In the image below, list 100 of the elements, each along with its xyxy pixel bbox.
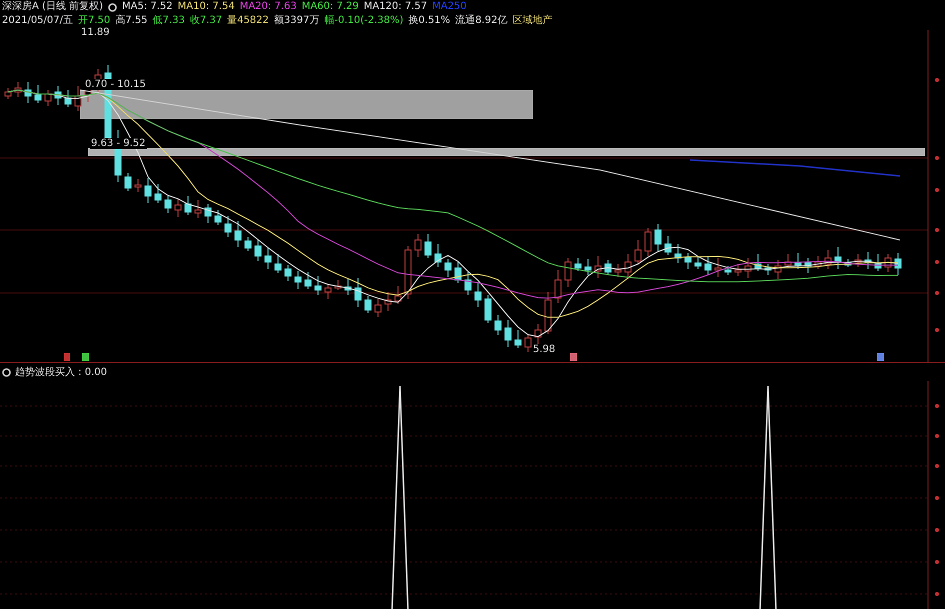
moving-average-value: MA10: 7.54 — [178, 0, 235, 14]
candlestick — [894, 252, 902, 276]
candlestick — [34, 84, 42, 104]
quote-value: 开7.50 — [78, 14, 110, 28]
candlestick — [134, 178, 142, 192]
quote-value: 额3397万 — [274, 14, 320, 28]
candlestick — [294, 270, 302, 290]
candlestick — [64, 90, 72, 108]
candlestick — [584, 258, 592, 276]
signal-marker-icon — [570, 353, 577, 361]
candlestick — [674, 244, 682, 264]
chart-title: 深深房A (日线 前复权) — [2, 0, 104, 14]
candlestick — [564, 258, 572, 288]
candlestick — [494, 314, 502, 336]
moving-average-value: MA5: 7.52 — [122, 0, 173, 14]
candlestick — [124, 172, 132, 192]
candlestick — [874, 254, 882, 272]
candlestick — [594, 256, 602, 278]
axis-tick-icon — [935, 328, 939, 332]
price-label: 9.63 - 9.52 — [90, 138, 146, 149]
axis-tick-icon — [935, 291, 939, 295]
moving-average-value: MA60: 7.29 — [302, 0, 359, 14]
candlestick — [154, 184, 162, 204]
candlestick — [714, 258, 722, 278]
candlestick — [554, 270, 562, 304]
candlestick — [754, 254, 762, 272]
candlestick — [194, 200, 202, 218]
price-label: 0.70 - 10.15 — [84, 79, 147, 90]
axis-tick-icon — [935, 496, 939, 500]
settings-icon[interactable] — [108, 2, 118, 12]
candlestick — [44, 90, 52, 106]
quote-value: 高7.55 — [115, 14, 148, 28]
quote-value: 低7.33 — [152, 14, 185, 28]
quote-value: 量45822 — [227, 14, 269, 28]
candlestick — [824, 250, 832, 270]
moving-average-value: MA120: 7.57 — [364, 0, 428, 14]
candlestick — [164, 196, 172, 214]
candlestick — [634, 240, 642, 264]
candlestick — [184, 196, 192, 216]
candlestick — [314, 276, 322, 296]
candlestick — [544, 292, 552, 334]
candlestick — [504, 320, 512, 348]
candlestick — [784, 254, 792, 268]
signal-marker-icon — [64, 353, 70, 361]
candlestick — [174, 198, 182, 218]
candlestick — [334, 280, 342, 290]
candlestick — [344, 278, 352, 296]
candlestick — [144, 178, 152, 204]
candlestick — [734, 264, 742, 276]
candlestick — [234, 220, 242, 248]
axis-tick-icon — [935, 228, 939, 232]
signal-marker-icon — [877, 353, 884, 361]
quote-value: 区域地产 — [512, 14, 552, 28]
candlestick — [574, 258, 582, 272]
candlestick — [484, 294, 492, 324]
candlestick — [834, 246, 842, 270]
axis-tick-icon — [935, 464, 939, 468]
candlestick — [324, 284, 332, 300]
axis-tick-icon — [935, 404, 939, 408]
candlestick — [264, 248, 272, 270]
moving-average-value: MA250 — [432, 0, 467, 14]
candlestick — [534, 324, 542, 344]
candlestick — [514, 330, 522, 348]
candlestick — [794, 252, 802, 270]
candlestick — [814, 256, 822, 270]
indicator-label: 趋势波段买入 : 0.00 — [15, 366, 107, 379]
candlestick — [854, 254, 862, 268]
candlestick — [434, 244, 442, 268]
candlestick — [404, 246, 412, 300]
candlestick — [624, 254, 632, 280]
candlestick — [384, 292, 392, 312]
candlestick — [254, 240, 262, 262]
candlestick — [74, 86, 82, 112]
candlestick — [614, 264, 622, 278]
candlestick — [224, 216, 232, 238]
axis-tick-icon — [935, 434, 939, 438]
axis-tick-icon — [935, 156, 939, 160]
settings-icon[interactable] — [2, 368, 11, 376]
candlestick — [864, 252, 872, 270]
signal-marker-icon — [82, 353, 89, 361]
candlestick — [444, 258, 452, 278]
candlestick — [304, 272, 312, 290]
candlestick — [4, 88, 12, 100]
candlestick — [884, 254, 892, 272]
candlestick — [744, 258, 752, 278]
quote-value: 收7.37 — [190, 14, 222, 28]
axis-tick-icon — [935, 78, 939, 82]
price-label: 5.98 — [532, 344, 556, 355]
candlestick — [844, 258, 852, 268]
quote-value: 2021/05/07/五 — [2, 14, 74, 28]
axis-tick-icon — [935, 592, 939, 596]
axis-tick-icon — [935, 528, 939, 532]
candlestick — [524, 334, 532, 352]
quote-value: 幅-0.10(-2.38%) — [324, 14, 404, 28]
candlestick — [724, 266, 732, 276]
candlestick — [274, 254, 282, 274]
candlestick — [644, 228, 652, 256]
price-label: 11.89 — [80, 27, 111, 38]
quote-value: 流通8.92亿 — [455, 14, 508, 28]
candlestick — [704, 256, 712, 276]
